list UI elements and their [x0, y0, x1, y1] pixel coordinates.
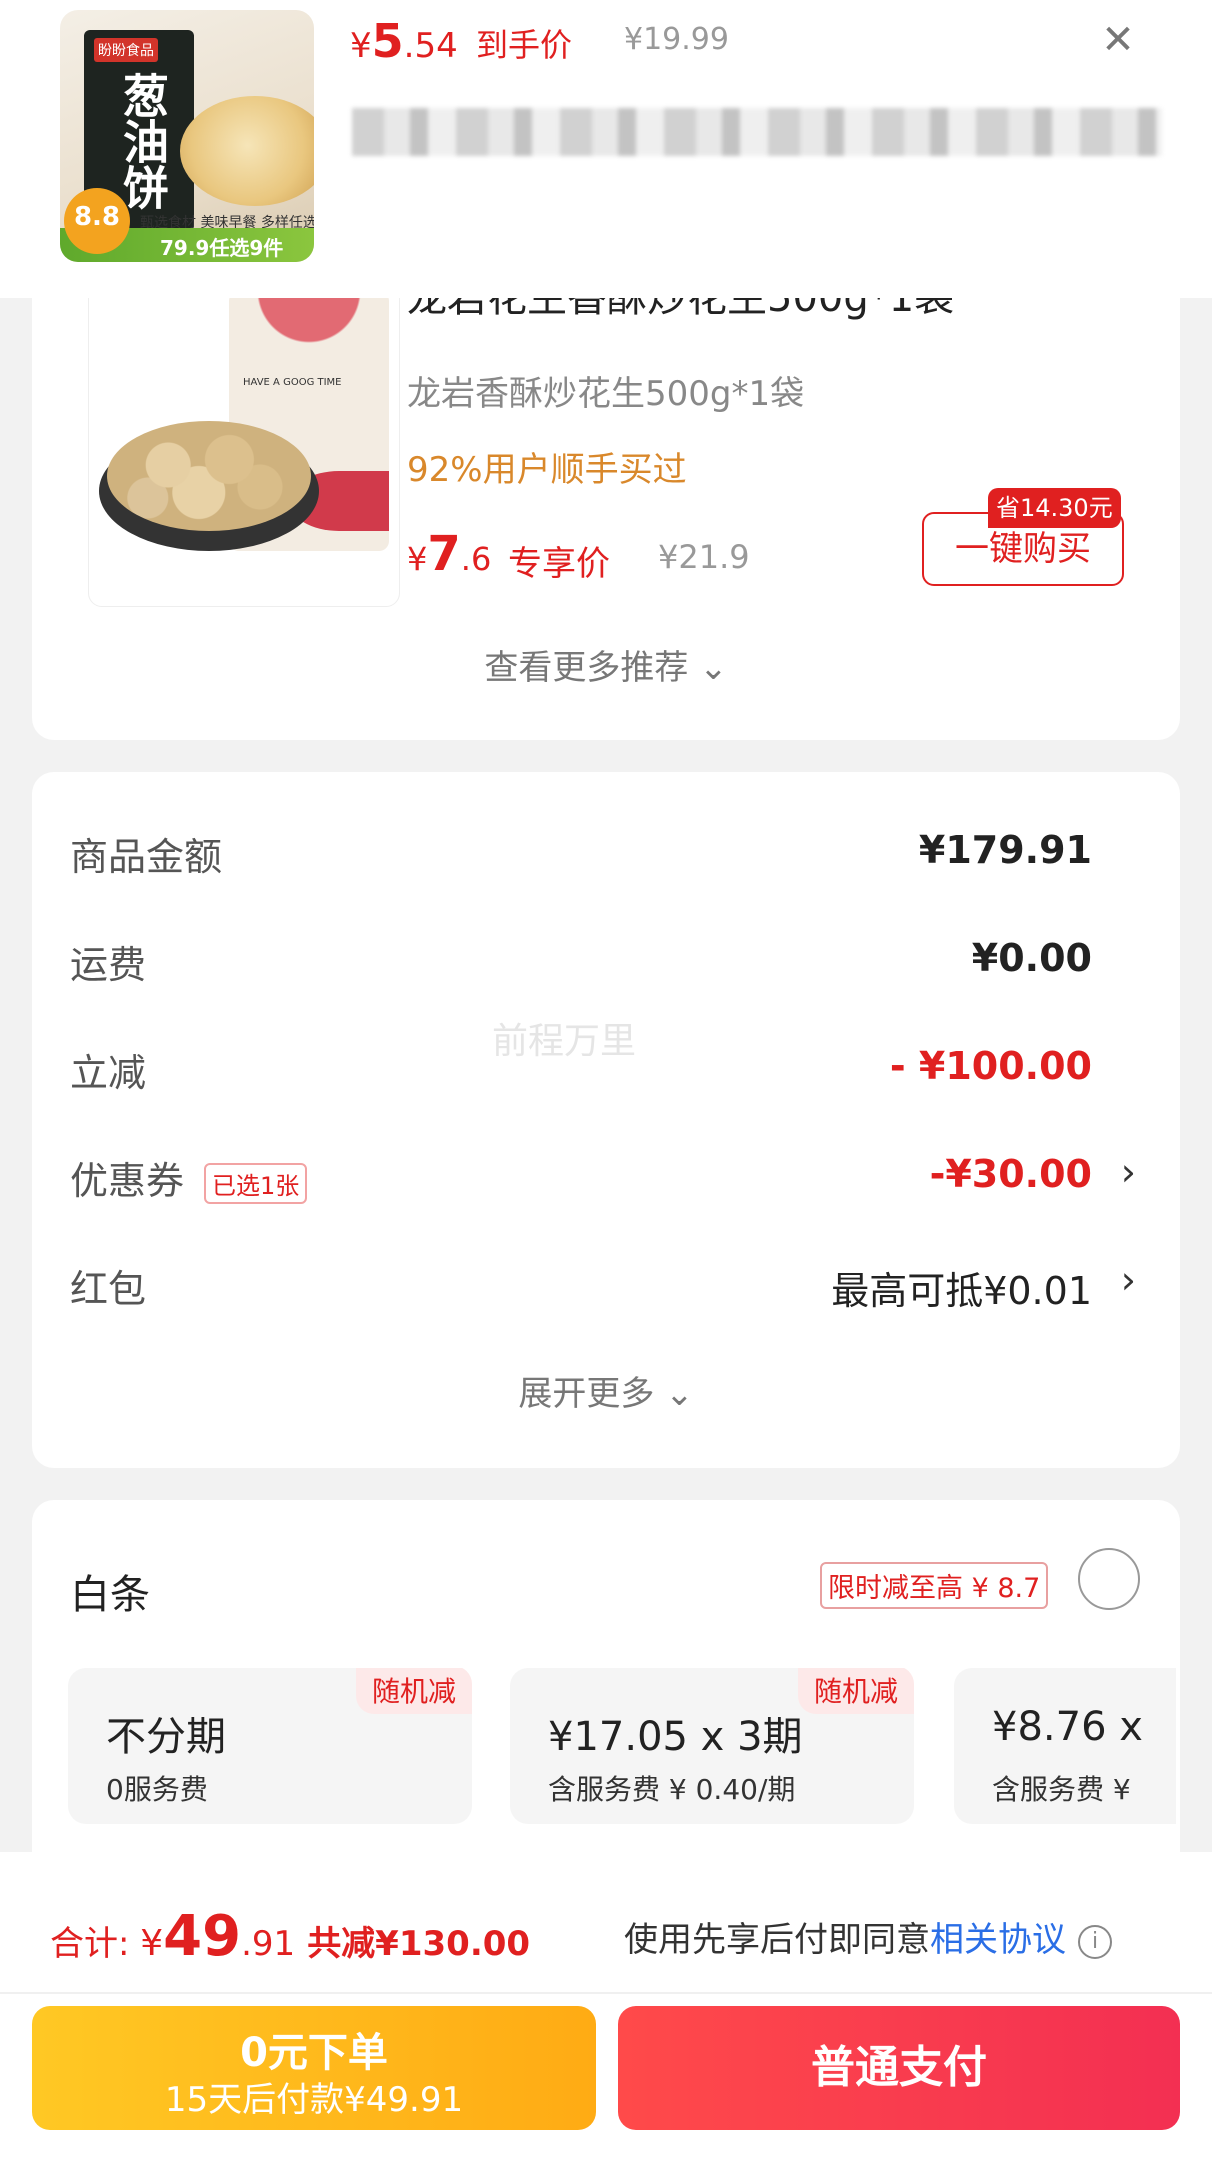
- savings-badge: 省14.30元: [988, 488, 1121, 528]
- bag-text: HAVE A GOOG TIME: [243, 377, 342, 388]
- agreement-prefix: 使用先享后付即同意: [624, 1920, 930, 1960]
- price-decimal: .54: [403, 26, 458, 66]
- total-currency: ¥: [140, 1923, 164, 1964]
- installment-option-none[interactable]: 随机减 不分期 0服务费: [68, 1668, 472, 1824]
- top-final-price: ¥5.54: [350, 14, 458, 68]
- total-discount: 共减¥130.00: [307, 1924, 531, 1964]
- row-shipping: 运费 ¥0.00: [70, 934, 1092, 987]
- thumb-brand: 盼盼食品: [94, 38, 158, 62]
- pay-later-subtitle: 15天后付款¥49.91: [164, 2080, 464, 2120]
- thumb-promo: 79.9任选9件: [160, 236, 284, 260]
- chevron-right-icon[interactable]: ›: [1121, 1150, 1136, 1194]
- instant-discount-value: - ¥100.00: [889, 1044, 1092, 1088]
- coupon-selected-tag: 已选1张: [204, 1163, 308, 1204]
- floating-product-bar: 盼盼食品 葱油饼 甄选食材 美味早餐 多样任选 79.9任选9件 8.8 ¥5.…: [0, 0, 1212, 298]
- coupon-value: -¥30.00: [929, 1152, 1092, 1196]
- row-goods-amount: 商品金额 ¥179.91: [70, 826, 1092, 879]
- thumb-title: 葱油饼: [116, 72, 170, 210]
- total-integer: 49: [163, 1904, 242, 1969]
- divider: [0, 1992, 1212, 1994]
- coupon-label-group: 优惠券 已选1张: [70, 1150, 308, 1205]
- peanut-product-image[interactable]: HAVE A GOOG TIME: [88, 280, 400, 607]
- price-integer: 7: [427, 526, 461, 582]
- option-sub: 含服务费 ¥: [992, 1773, 1131, 1806]
- agreement-link[interactable]: 相关协议: [930, 1920, 1066, 1960]
- original-price: ¥19.99: [624, 22, 729, 57]
- shipping-label: 运费: [70, 943, 147, 987]
- info-icon[interactable]: i: [1078, 1924, 1112, 1959]
- blurred-product-title: [352, 108, 1162, 156]
- product-thumbnail[interactable]: 盼盼食品 葱油饼 甄选食材 美味早餐 多样任选 79.9任选9件 8.8: [60, 10, 314, 262]
- pay-later-button[interactable]: 0元下单 15天后付款¥49.91: [32, 2006, 596, 2130]
- red-packet-value: 最高可抵¥0.01: [831, 1269, 1092, 1313]
- installment-option-3[interactable]: 随机减 ¥17.05 x 3期 含服务费 ¥ 0.40/期: [510, 1668, 914, 1824]
- red-packet-label: 红包: [70, 1267, 147, 1311]
- chevron-right-icon[interactable]: ›: [1121, 1258, 1136, 1302]
- shipping-value: ¥0.00: [971, 936, 1092, 980]
- price-detail-card: 前程万里 商品金额 ¥179.91 运费 ¥0.00 立减 - ¥100.00 …: [32, 772, 1180, 1468]
- goods-amount-label: 商品金额: [70, 835, 223, 879]
- recommendation-card: HAVE A GOOG TIME 龙岩花生香酥炒花生500g*1袋 龙岩香酥炒花…: [32, 220, 1180, 740]
- option-sub: 含服务费 ¥ 0.40/期: [548, 1773, 796, 1806]
- price-integer: 5: [371, 14, 404, 68]
- row-red-packet[interactable]: 红包 最高可抵¥0.01 ›: [70, 1258, 1136, 1313]
- discount-badge: 8.8: [64, 188, 130, 254]
- goods-amount-value: ¥179.91: [918, 828, 1092, 872]
- instant-discount-label: 立减: [70, 1051, 147, 1095]
- checkout-bar: 合计: ¥49.91 共减¥130.00 使用先享后付即同意相关协议 i 0元下单 …: [0, 1852, 1212, 2169]
- random-discount-tag: 随机减: [797, 1668, 914, 1714]
- coupon-label: 优惠券: [70, 1159, 185, 1203]
- installment-option-6[interactable]: ¥8.76 x 含服务费 ¥: [954, 1668, 1176, 1824]
- peanuts-image: [107, 421, 311, 531]
- currency-symbol: ¥: [350, 26, 372, 66]
- total-label: 合计:: [50, 1924, 141, 1964]
- option-main: 不分期: [106, 1714, 226, 1760]
- baitiao-card: 白条 限时减至高 ¥ 8.7 随机减 不分期 0服务费 随机减 ¥17.05 x…: [32, 1500, 1180, 1852]
- baitiao-radio[interactable]: [1078, 1548, 1140, 1610]
- agreement-text: 使用先享后付即同意相关协议 i: [624, 1912, 1112, 1961]
- pay-later-title: 0元下单: [240, 2030, 388, 2076]
- final-price-label: 到手价: [476, 26, 573, 64]
- option-main: ¥17.05 x 3期: [548, 1714, 803, 1760]
- baitiao-title: 白条: [70, 1572, 150, 1618]
- rec-product-spec: 龙岩香酥炒花生500g*1袋: [407, 374, 805, 414]
- see-more-recommendations[interactable]: 查看更多推荐 ⌄: [32, 640, 1180, 689]
- close-icon[interactable]: ✕: [1094, 16, 1142, 64]
- price-decimal: .6: [460, 540, 492, 578]
- random-discount-tag: 随机减: [355, 1668, 472, 1714]
- currency-symbol: ¥: [407, 540, 428, 578]
- option-sub: 0服务费: [106, 1773, 208, 1806]
- discount-value: 8.8: [73, 202, 121, 232]
- baitiao-promo-tag: 限时减至高 ¥ 8.7: [820, 1562, 1049, 1609]
- installment-options: 随机减 不分期 0服务费 随机减 ¥17.05 x 3期 含服务费 ¥ 0.40…: [68, 1668, 1176, 1828]
- row-instant-discount: 立减 - ¥100.00: [70, 1042, 1092, 1095]
- rec-social-proof: 92%用户顺手买过: [407, 450, 687, 490]
- exclusive-price-label: 专享价: [508, 544, 610, 584]
- row-coupon[interactable]: 优惠券 已选1张 -¥30.00 ›: [70, 1150, 1136, 1204]
- order-total: 合计: ¥49.91 共减¥130.00: [50, 1904, 530, 1969]
- expand-more-button[interactable]: 展开更多 ⌄: [32, 1366, 1180, 1415]
- rec-price: ¥7.6: [407, 526, 491, 582]
- scallion-pancake-image: [180, 96, 314, 206]
- option-main: ¥8.76 x: [992, 1704, 1143, 1750]
- rec-original-price: ¥21.9: [658, 538, 750, 576]
- normal-pay-button[interactable]: 普通支付: [618, 2006, 1180, 2130]
- bag-pink-top: [229, 291, 389, 351]
- total-decimal: .91: [241, 1924, 296, 1964]
